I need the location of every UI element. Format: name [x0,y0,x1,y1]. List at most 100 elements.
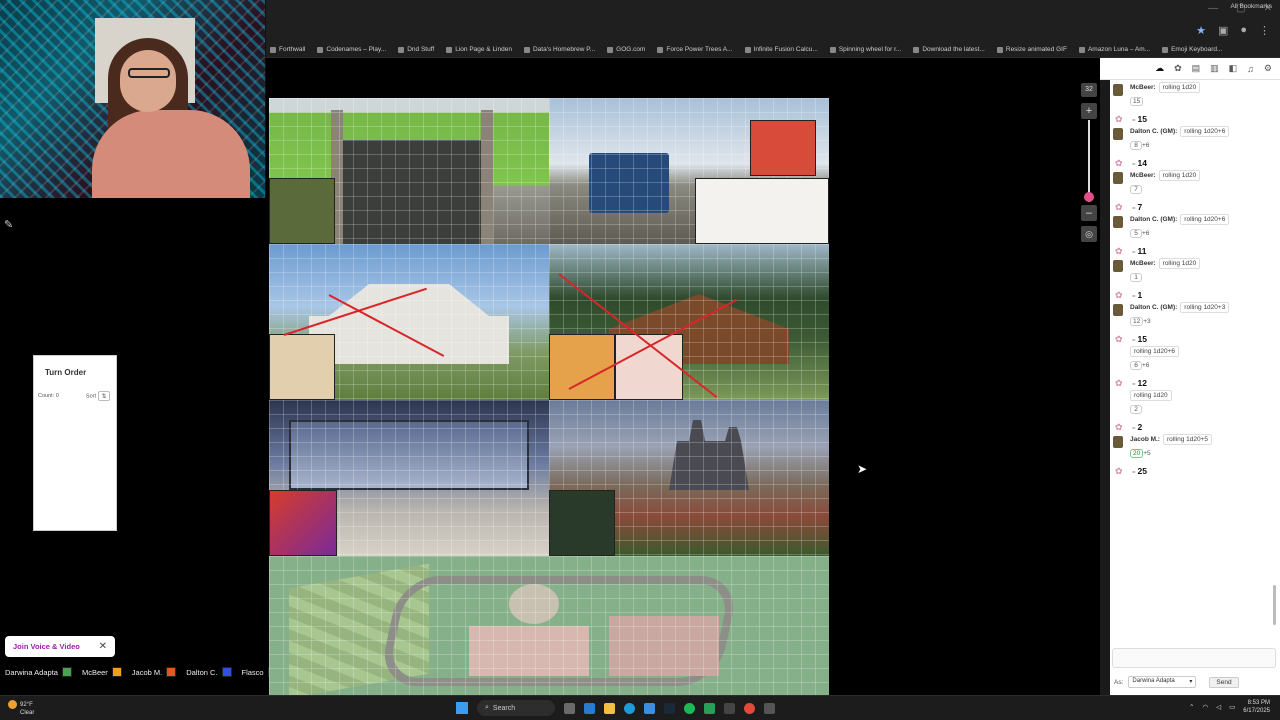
clock[interactable]: 8:53 PM 6/17/2025 [1243,699,1270,715]
player-entry[interactable]: McBeer [82,667,122,677]
art-library-tab-icon[interactable]: ✿ [1174,63,1182,74]
bookmark-item[interactable]: Infinite Fusion Calcu... [744,46,818,53]
character-token[interactable] [269,178,335,244]
bookmark-item[interactable]: Amazon Luna – Am... [1078,46,1150,53]
send-button[interactable]: Send [1209,676,1239,688]
speak-as-select[interactable]: Darwina Adapta ▾ [1128,676,1197,688]
roll-breakdown: 20 +5 [1130,449,1270,458]
profile-icon[interactable]: ● [1240,24,1247,37]
weather-widget[interactable]: 92°F Clear [8,700,34,717]
bookmark-favicon-icon [446,46,453,53]
join-voice-video-button[interactable]: Join Voice & Video ✕ [5,636,115,657]
equals-sign: = [1132,294,1136,300]
chat-scrollbar[interactable] [1273,585,1276,625]
store-icon[interactable] [644,702,655,714]
bookmark-item[interactable]: Force Power Trees A... [657,46,733,53]
reset-view-icon[interactable]: ◎ [1081,226,1097,242]
die-result[interactable]: 20 [1130,449,1144,458]
collections-tab-icon[interactable]: ◧ [1229,63,1238,74]
die-result[interactable]: 5 [1130,229,1142,238]
bookmark-item[interactable]: Download the latest... [913,46,985,53]
roll-formula: rolling 1d20+6 [1180,126,1230,137]
message-author: Jacob M.: [1130,436,1160,443]
bookmark-item[interactable]: Forthwall [270,46,305,53]
message-author: McBeer: [1130,172,1156,179]
compendium-tab-icon[interactable]: ▥ [1210,63,1219,74]
chat-message: Dalton C. (GM): rolling 1d20+3 12 +3 ✿ = 15 [1110,302,1270,346]
edge-icon[interactable] [624,702,635,714]
bookmark-item[interactable]: Spinning wheel for r... [829,46,901,53]
minimize-icon[interactable]: — [1208,3,1218,14]
app-icon[interactable] [724,702,735,714]
speak-as-value: Darwina Adapta [1132,678,1175,684]
settings-tab-icon[interactable]: ⚙ [1264,63,1272,74]
taskbar-search[interactable]: ⌕ Search [477,700,555,716]
creatures-token[interactable] [695,178,829,244]
dice-icon: ✿ [1115,466,1123,476]
network-icon[interactable]: ◠ [1202,703,1208,711]
zoom-slider-handle[interactable] [1084,192,1094,202]
draw-tool-icon[interactable]: ✎ [4,218,13,231]
battery-icon[interactable]: ▭ [1229,703,1235,711]
die-result[interactable]: 7 [1130,185,1142,194]
bookmark-item[interactable]: Emoji Keyboard... [1162,46,1222,53]
avatar [1113,216,1123,228]
die-result[interactable]: 1 [1130,273,1142,282]
volume-icon[interactable]: ◁ [1216,703,1221,711]
bookmark-item[interactable]: Resize animated GIF [996,46,1067,53]
zoom-in-button[interactable]: + [1081,103,1097,119]
bookmark-star-icon[interactable]: ★ [1196,24,1206,37]
die-result[interactable]: 6 [1130,361,1142,370]
all-bookmarks-button[interactable]: All Bookmarks [1230,3,1272,10]
chevron-up-icon[interactable]: ⌃ [1189,703,1194,711]
system-tray: ⌃ ◠ ◁ ▭ 8:53 PM 6/17/2025 [1189,699,1270,715]
roll-total: 25 [1137,466,1147,476]
chrome-icon[interactable] [744,702,755,714]
bookmark-item[interactable]: Dnd Stuff [398,46,434,53]
bookmark-label: Infinite Fusion Calcu... [753,46,818,53]
journal-tab-icon[interactable]: ▤ [1192,63,1201,74]
character-token[interactable] [269,334,335,400]
die-result[interactable]: 12 [1130,317,1144,326]
character-token[interactable] [549,334,615,400]
task-view-icon[interactable] [564,702,575,714]
bookmark-item[interactable]: Data's Homebrew P... [523,46,595,53]
start-icon[interactable] [456,702,468,714]
extensions-icon[interactable]: ▣ [1218,24,1228,37]
bookmark-item[interactable]: Lion Page & Linden [446,46,512,53]
character-token[interactable] [549,490,615,556]
player-entry[interactable]: Darwina Adapta [5,667,72,677]
chat-tab-icon[interactable]: ☁ [1155,63,1164,74]
chat-input[interactable] [1112,648,1276,668]
app-icon[interactable] [764,702,775,714]
die-result[interactable]: 2 [1130,405,1142,414]
creature-token[interactable] [750,120,816,176]
spotify-icon[interactable] [684,702,695,714]
bookmark-favicon-icon [1078,46,1085,53]
bookmark-item[interactable]: GOG.com [607,46,645,53]
character-token[interactable] [269,490,337,556]
panel-collapse-strip[interactable] [1100,58,1110,695]
zoom-out-button[interactable]: – [1081,205,1097,221]
steam-icon[interactable] [664,702,675,714]
map-canvas[interactable] [269,98,829,695]
plaza [509,584,559,624]
file-explorer-icon[interactable] [604,702,615,714]
app-icon[interactable] [704,702,715,714]
player-entry[interactable]: Dalton C. [186,667,232,677]
zoom-slider-track[interactable] [1088,120,1090,202]
menu-icon[interactable]: ⋮ [1259,24,1270,37]
die-result[interactable]: 15 [1130,97,1144,106]
die-result[interactable]: 8 [1130,141,1142,150]
turn-order-controls: Count: 0 Sort ⇅ [34,391,116,401]
close-icon[interactable]: ✕ [99,641,107,652]
sort-icon[interactable]: ⇅ [98,391,110,401]
equals-sign: = [1132,250,1136,256]
taskbar-apps: ⌕ Search [456,700,775,716]
bookmark-favicon-icon [1162,46,1169,53]
copilot-icon[interactable] [584,702,595,714]
clock-time: 8:53 PM [1247,700,1270,706]
bookmark-item[interactable]: Codenames – Play... [317,46,386,53]
player-entry[interactable]: Jacob M. [132,667,177,677]
jukebox-tab-icon[interactable]: ♫ [1247,64,1254,74]
